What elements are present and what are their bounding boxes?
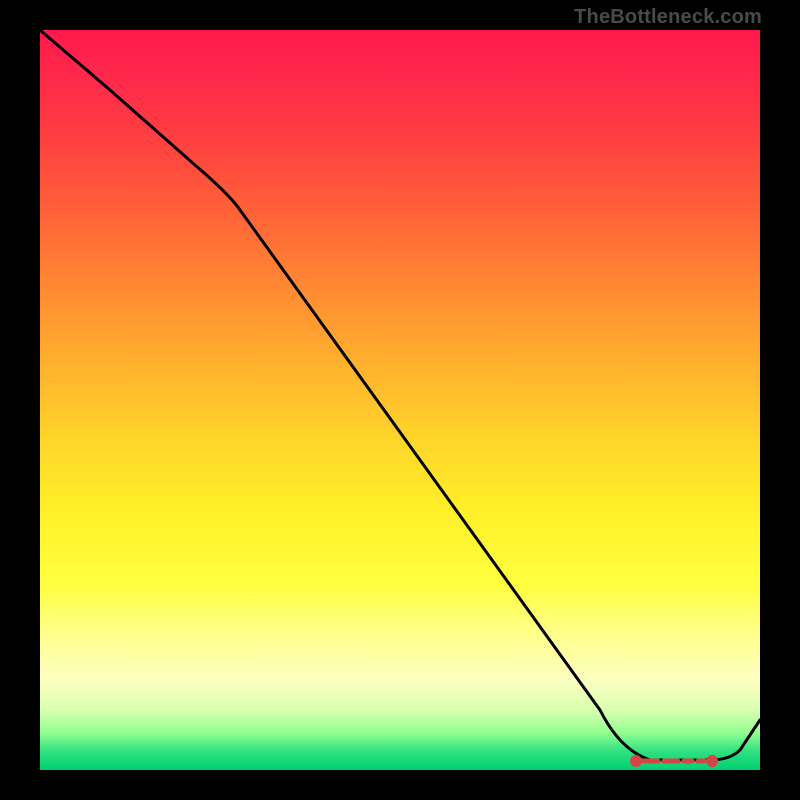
chart-frame: TheBottleneck.com xyxy=(0,0,800,800)
flat-segment-marker xyxy=(633,758,716,765)
watermark-text: TheBottleneck.com xyxy=(574,6,762,29)
series-line-curve xyxy=(40,30,760,760)
chart-overlay xyxy=(40,30,760,770)
plot-area xyxy=(40,30,760,770)
